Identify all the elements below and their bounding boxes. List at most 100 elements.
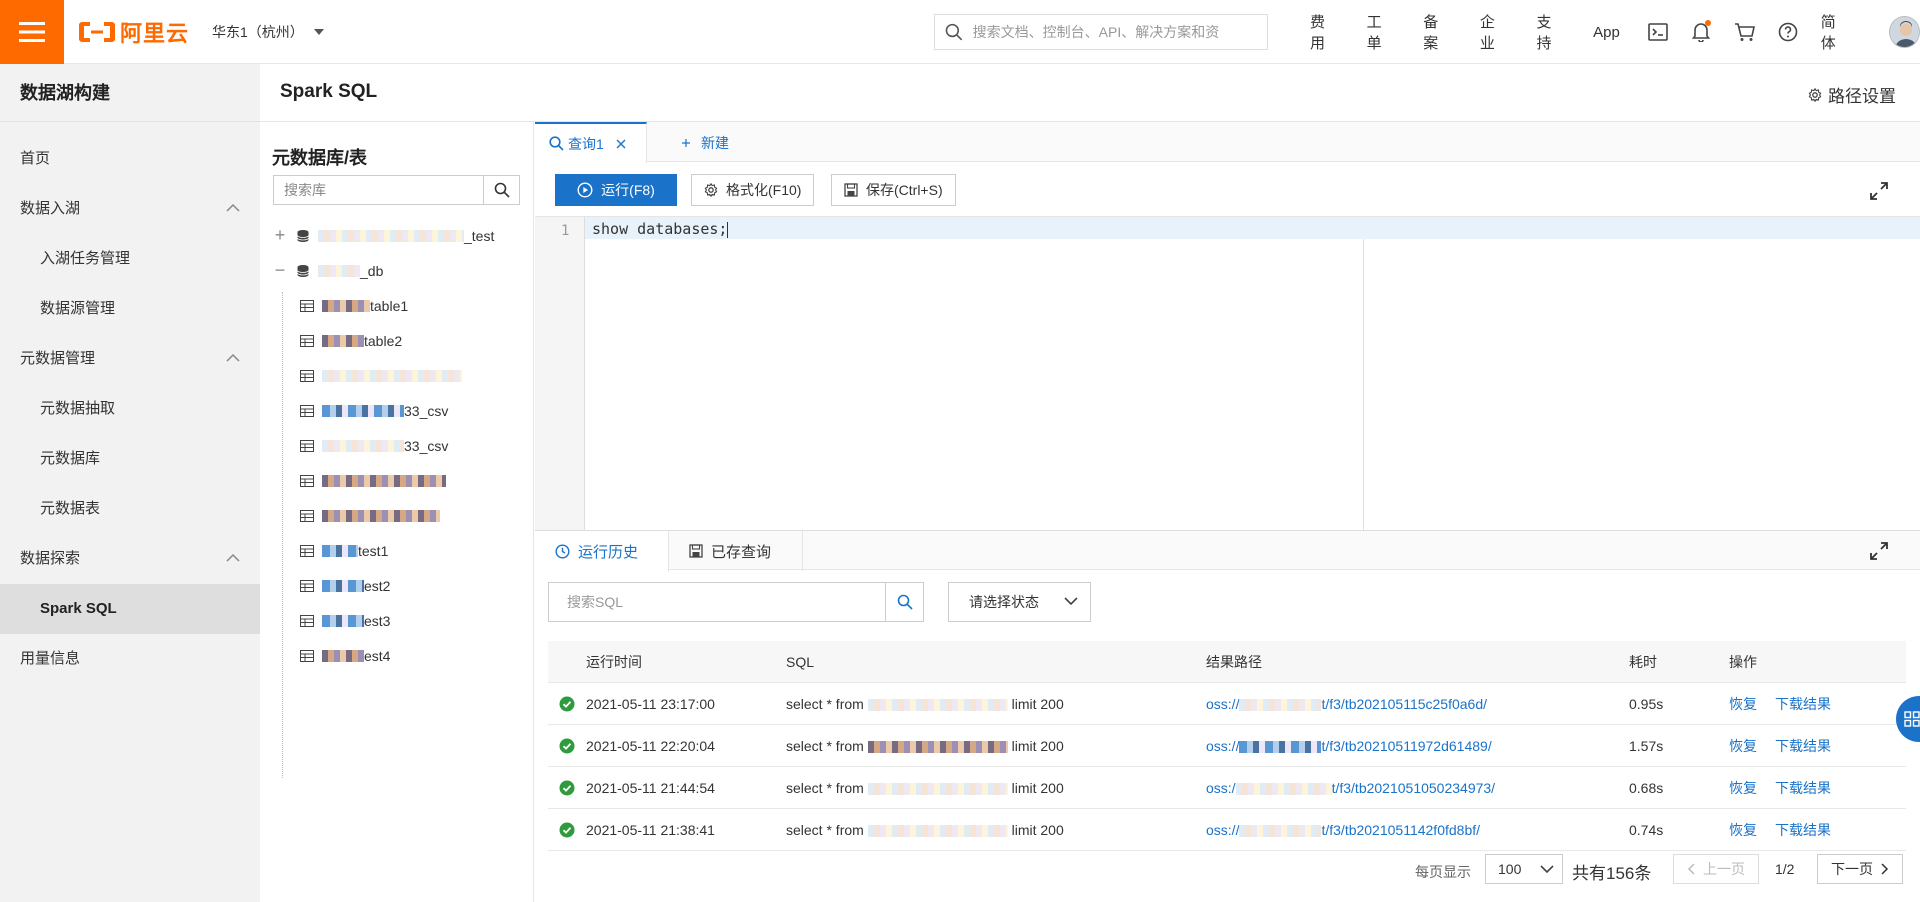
table-icon [300,404,314,417]
tree-node-label: _db [360,262,384,279]
nav-link-support[interactable]: 支持 [1537,11,1566,53]
user-avatar[interactable] [1889,16,1920,48]
cart-icon[interactable] [1734,21,1756,43]
download-link[interactable]: 下载结果 [1775,778,1831,798]
cell-result-path[interactable]: oss:/t/f3/tb2021051050234973/ [1206,780,1629,796]
download-link[interactable]: 下载结果 [1775,820,1831,840]
tree-node-label: table2 [364,332,403,349]
save-button[interactable]: 保存(Ctrl+S) [831,174,956,206]
tab-label: 查询1 [568,135,604,152]
tree-table-node[interactable]: test1 [272,533,530,568]
history-search-input[interactable] [549,583,885,621]
code-line[interactable]: show databases; [592,220,729,238]
history-search-button[interactable] [885,583,923,621]
format-label: 格式化(F10) [726,182,802,198]
region-selector[interactable]: 华东1（杭州） [212,22,324,42]
tree-table-node[interactable]: 33_csv [272,393,530,428]
nav-link-fees[interactable]: 费用 [1310,11,1339,53]
global-search-input[interactable] [972,24,1257,40]
tree-title: 元数据库/表 [272,148,368,168]
restore-link[interactable]: 恢复 [1729,736,1757,756]
cell-sql: select * from limit 200 [786,737,1064,754]
collapse-icon[interactable]: − [272,260,288,281]
terminal-icon[interactable] [1648,21,1669,43]
tab-query1[interactable]: 查询1 [535,122,647,163]
sidebar-item-metadata-db[interactable]: 元数据库 [0,434,260,484]
tab-saved-queries[interactable]: 已存查询 [669,531,803,571]
cell-result-path[interactable]: oss://t/f3/tb2021051142f0fd8bf/ [1206,822,1629,838]
tab-run-history[interactable]: 运行历史 [535,531,669,572]
sidebar-item-metadata-table[interactable]: 元数据表 [0,484,260,534]
tree-table-node[interactable]: est4 [272,638,530,673]
format-button[interactable]: 格式化(F10) [691,174,815,206]
sidebar-item-spark-sql[interactable]: Spark SQL [0,584,260,634]
tree-search-input[interactable] [274,176,483,204]
tree-table-node[interactable] [272,498,530,533]
tree-table-node[interactable]: table2 [272,323,530,358]
menu-icon[interactable] [0,0,64,64]
tree-table-node[interactable]: table1 [272,288,530,323]
table-row: 2021-05-11 21:44:54 select * from limit … [548,767,1906,809]
run-button[interactable]: 运行(F8) [555,174,677,206]
per-page-select[interactable]: 100 [1485,854,1563,884]
restore-link[interactable]: 恢复 [1729,778,1757,798]
restore-link[interactable]: 恢复 [1729,694,1757,714]
page-header: Spark SQL 路径设置 [260,64,1920,122]
expand-icon[interactable] [1870,542,1888,560]
caret-down-icon [313,29,324,35]
code-editor[interactable]: 1 show databases; [535,216,1920,531]
table-icon [300,544,314,557]
nav-link-icp[interactable]: 备案 [1423,11,1452,53]
nav-link-app[interactable]: App [1593,24,1620,41]
expand-icon[interactable] [1870,182,1888,200]
status-select-value: 请选择状态 [969,594,1039,610]
cell-result-path[interactable]: oss://t/f3/tb202105115c25f0a6d/ [1206,696,1629,712]
aliyun-logo[interactable]: 阿里云 [78,18,189,46]
sidebar-item-data-explore[interactable]: 数据探索 [0,534,260,584]
history-search [548,582,924,622]
sidebar-item-datasource-mgmt[interactable]: 数据源管理 [0,284,260,334]
help-icon[interactable] [1778,21,1799,43]
page-title: Spark SQL [280,81,378,102]
save-icon [844,183,858,197]
play-icon [577,182,593,198]
cell-result-path[interactable]: oss://t/f3/tb20210511972d61489/ [1206,738,1629,754]
download-link[interactable]: 下载结果 [1775,736,1831,756]
tree-node-label: table1 [370,297,409,314]
tree-table-node[interactable]: est3 [272,603,530,638]
database-icon [297,229,309,242]
tree-search-button[interactable] [483,176,519,204]
sidebar-item-usage[interactable]: 用量信息 [0,634,260,684]
tree-table-node[interactable]: 33_csv [272,428,530,463]
tree-table-node[interactable] [272,463,530,498]
global-search[interactable] [934,14,1268,50]
download-link[interactable]: 下载结果 [1775,694,1831,714]
next-page-button[interactable]: 下一页 [1817,854,1903,884]
prev-page-button[interactable]: 上一页 [1673,854,1759,884]
new-query-button[interactable]: 新建 [681,133,729,153]
cell-sql: select * from limit 200 [786,695,1064,712]
aliyun-logo-mark-icon [79,22,115,42]
sidebar-item-metadata-extract[interactable]: 元数据抽取 [0,384,260,434]
bell-icon[interactable] [1691,20,1712,43]
history-tabs: 运行历史 已存查询 [535,530,1920,572]
path-settings-button[interactable]: 路径设置 [1808,82,1896,107]
sidebar-item-data-ingestion[interactable]: 数据入湖 [0,184,260,234]
sidebar-item-home[interactable]: 首页 [0,134,260,184]
success-check-icon [559,738,575,753]
close-icon[interactable] [616,139,626,149]
sidebar-item-ingestion-tasks[interactable]: 入湖任务管理 [0,234,260,284]
logo-text: 阿里云 [120,21,190,46]
tree-db-node[interactable]: − _db [272,253,530,288]
restore-link[interactable]: 恢复 [1729,820,1757,840]
nav-link-enterprise[interactable]: 企业 [1480,11,1509,53]
tree-db-node[interactable]: + _test [272,218,530,253]
tree-table-node[interactable]: est2 [272,568,530,603]
nav-link-tickets[interactable]: 工单 [1367,11,1396,53]
language-switch[interactable]: 简体 [1821,11,1850,53]
sidebar-item-metadata-mgmt[interactable]: 元数据管理 [0,334,260,384]
tree-table-node[interactable] [272,358,530,393]
status-filter-select[interactable]: 请选择状态 [948,582,1091,622]
expand-icon[interactable]: + [272,225,288,246]
gear-icon [1808,87,1822,102]
